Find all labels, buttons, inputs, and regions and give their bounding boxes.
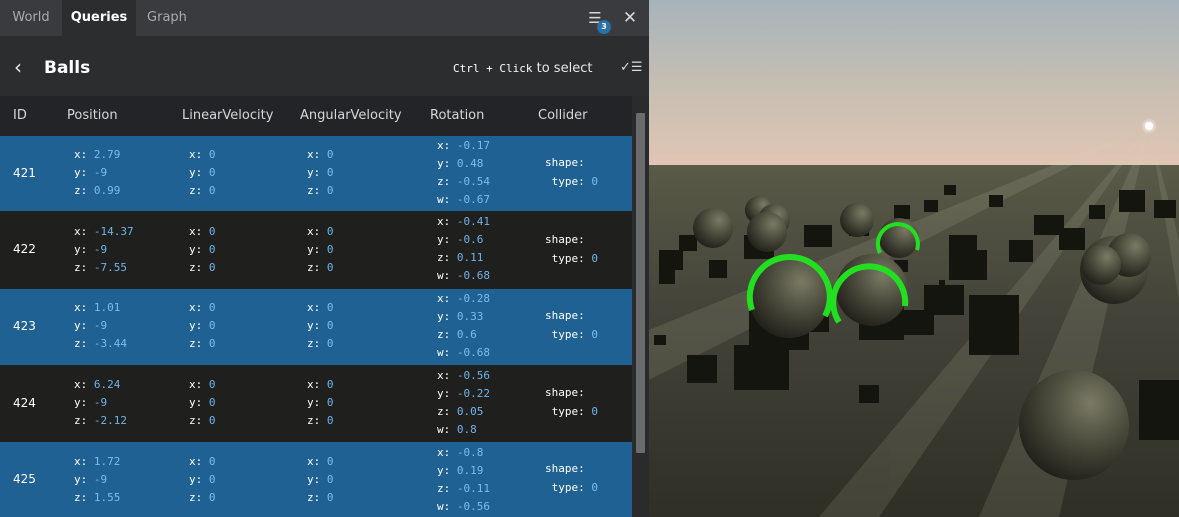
collider-cell: shape: type: 0 [545, 156, 598, 188]
angularvelocity-cell: x: 0 y: 0 z: 0 [307, 455, 334, 504]
linearvelocity-cell: x: 0 y: 0 z: 0 [189, 301, 216, 350]
rotation-cell: x: -0.8 y: 0.19 z: -0.11 w: -0.56 [437, 446, 490, 513]
column-header-angularvelocity[interactable]: AngularVelocity [300, 96, 402, 136]
table-header: ID Position LinearVelocity AngularVeloci… [0, 96, 632, 136]
row-id: 425 [13, 472, 36, 486]
rotation-cell: x: -0.56 y: -0.22 z: 0.05 w: 0.8 [437, 369, 490, 436]
tab-queries[interactable]: Queries [62, 0, 136, 36]
hint-text: to select [536, 61, 593, 76]
row-id: 424 [13, 396, 36, 410]
table-row[interactable]: 424 x: 6.24 y: -9 z: -2.12 x: 0 y: 0 z: … [0, 365, 632, 442]
column-header-id[interactable]: ID [13, 96, 27, 136]
close-icon[interactable]: ✕ [620, 8, 640, 28]
scrollbar-thumb[interactable] [636, 113, 645, 453]
column-header-collider[interactable]: Collider [538, 96, 587, 136]
page-title: Balls [44, 58, 91, 78]
angularvelocity-cell: x: 0 y: 0 z: 0 [307, 148, 334, 197]
linearvelocity-cell: x: 0 y: 0 z: 0 [189, 225, 216, 274]
row-id: 423 [13, 319, 36, 333]
rotation-cell: x: -0.28 y: 0.33 z: 0.6 w: -0.68 [437, 292, 490, 359]
hint-keys: Ctrl + Click [453, 62, 533, 75]
rotation-cell: x: -0.17 y: 0.48 z: -0.54 w: -0.67 [437, 139, 490, 206]
position-cell: x: -14.37 y: -9 z: -7.55 [74, 225, 134, 274]
angularvelocity-cell: x: 0 y: 0 z: 0 [307, 301, 334, 350]
select-hint: Ctrl + Click to select [453, 59, 592, 79]
checklist-icon[interactable]: ✓☰ [620, 58, 643, 78]
tab-bar: World Queries Graph ☰ 3 ✕ [0, 0, 649, 36]
collider-cell: shape: type: 0 [545, 309, 598, 341]
linearvelocity-cell: x: 0 y: 0 z: 0 [189, 378, 216, 427]
table-row[interactable]: 421 x: 2.79 y: -9 z: 0.99 x: 0 y: 0 z: 0… [0, 136, 632, 211]
collider-cell: shape: type: 0 [545, 386, 598, 418]
table-row[interactable]: 422 x: -14.37 y: -9 z: -7.55 x: 0 y: 0 z… [0, 211, 632, 289]
column-header-rotation[interactable]: Rotation [430, 96, 484, 136]
rotation-cell: x: -0.41 y: -0.6 z: 0.11 w: -0.68 [437, 215, 490, 282]
linearvelocity-cell: x: 0 y: 0 z: 0 [189, 148, 216, 197]
chevron-left-icon[interactable]: ‹ [8, 56, 28, 80]
queries-panel: World Queries Graph ☰ 3 ✕ ‹ Balls Ctrl +… [0, 0, 649, 517]
row-id: 421 [13, 166, 36, 180]
query-count-badge: 3 [597, 20, 611, 34]
position-cell: x: 1.72 y: -9 z: 1.55 [74, 455, 121, 504]
position-cell: x: 2.79 y: -9 z: 0.99 [74, 148, 121, 197]
position-cell: x: 6.24 y: -9 z: -2.12 [74, 378, 127, 427]
table-row[interactable]: 423 x: 1.01 y: -9 z: -3.44 x: 0 y: 0 z: … [0, 289, 632, 365]
collider-cell: shape: type: 0 [545, 233, 598, 265]
column-header-position[interactable]: Position [67, 96, 118, 136]
column-header-linearvelocity[interactable]: LinearVelocity [182, 96, 273, 136]
angularvelocity-cell: x: 0 y: 0 z: 0 [307, 225, 334, 274]
collider-cell: shape: type: 0 [545, 462, 598, 494]
scene-render [649, 0, 1179, 517]
angularvelocity-cell: x: 0 y: 0 z: 0 [307, 378, 334, 427]
tab-graph[interactable]: Graph [136, 0, 198, 36]
tab-world[interactable]: World [0, 0, 62, 36]
table-row[interactable]: 425 x: 1.72 y: -9 z: 1.55 x: 0 y: 0 z: 0… [0, 442, 632, 517]
3d-viewport[interactable] [649, 0, 1179, 517]
row-id: 422 [13, 242, 36, 256]
linearvelocity-cell: x: 0 y: 0 z: 0 [189, 455, 216, 504]
position-cell: x: 1.01 y: -9 z: -3.44 [74, 301, 127, 350]
